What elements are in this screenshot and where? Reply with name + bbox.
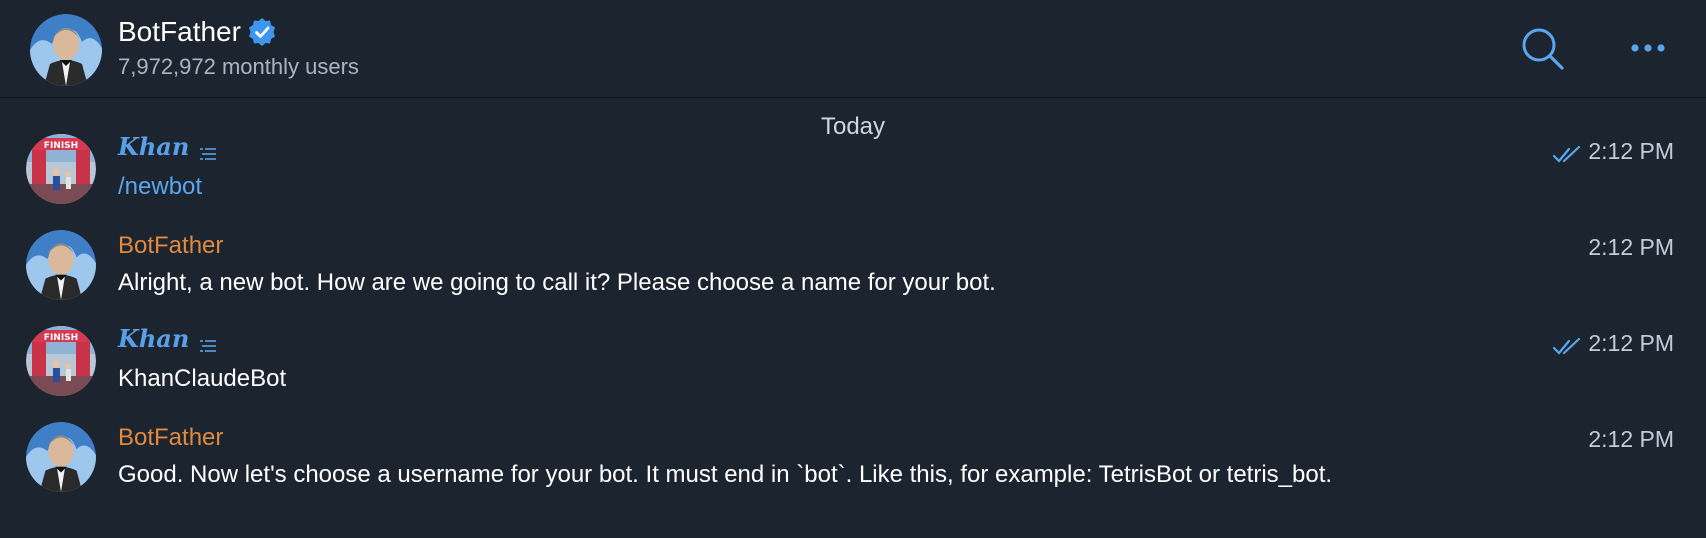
message-item[interactable]: FINISH Khan /newbot 2:12 PM — [0, 132, 1706, 212]
sender-name: Khan — [118, 324, 190, 353]
message-item[interactable]: BotFather Good. Now let's choose a usern… — [0, 420, 1706, 538]
message-item[interactable]: BotFather Alright, a new bot. How are we… — [0, 228, 1706, 308]
time-text: 2:12 PM — [1588, 138, 1674, 164]
message-time: 2:12 PM — [1552, 330, 1674, 357]
chat-subtitle: 7,972,972 monthly users — [118, 54, 359, 79]
sender-name[interactable]: BotFather — [118, 424, 223, 452]
message-item[interactable]: FINISH Khan KhanClaudeBot 2:12 PM — [0, 324, 1706, 404]
message-text: KhanClaudeBot — [118, 365, 287, 392]
message-time: 2:12 PM — [1588, 426, 1674, 453]
message-time: 2:12 PM — [1552, 138, 1674, 165]
message-sender[interactable]: Khan — [118, 132, 217, 161]
chat-window: BotFather 7,972,972 monthly users Today … — [0, 0, 1706, 538]
chat-title-text: BotFather — [118, 16, 241, 47]
message-sender[interactable]: Khan — [118, 324, 217, 353]
verified-badge-icon — [247, 17, 277, 47]
time-text: 2:12 PM — [1588, 330, 1674, 356]
list-icon — [199, 139, 217, 160]
list-icon — [199, 331, 217, 352]
search-icon[interactable] — [1520, 26, 1566, 72]
botfather-avatar[interactable] — [26, 422, 96, 492]
message-text: Good. Now let's choose a username for yo… — [118, 461, 1333, 488]
khan-avatar[interactable]: FINISH — [26, 134, 96, 204]
botfather-avatar[interactable] — [26, 230, 96, 300]
chat-header: BotFather 7,972,972 monthly users — [0, 0, 1706, 98]
bot-command-link[interactable]: /newbot — [118, 170, 1418, 204]
time-text: 2:12 PM — [1588, 426, 1674, 452]
svg-text:FINISH: FINISH — [44, 141, 78, 151]
time-text: 2:12 PM — [1588, 234, 1674, 260]
khan-avatar[interactable]: FINISH — [26, 326, 96, 396]
botfather-header-avatar[interactable] — [30, 14, 102, 86]
message-time: 2:12 PM — [1588, 234, 1674, 261]
sender-name[interactable]: BotFather — [118, 232, 223, 260]
more-options-icon[interactable] — [1628, 36, 1668, 60]
message-text: Alright, a new bot. How are we going to … — [118, 269, 996, 296]
svg-text:FINISH: FINISH — [44, 333, 78, 343]
sender-name: Khan — [118, 132, 190, 161]
double-check-icon — [1552, 335, 1582, 355]
chat-title[interactable]: BotFather — [118, 16, 277, 48]
double-check-icon — [1552, 143, 1582, 163]
